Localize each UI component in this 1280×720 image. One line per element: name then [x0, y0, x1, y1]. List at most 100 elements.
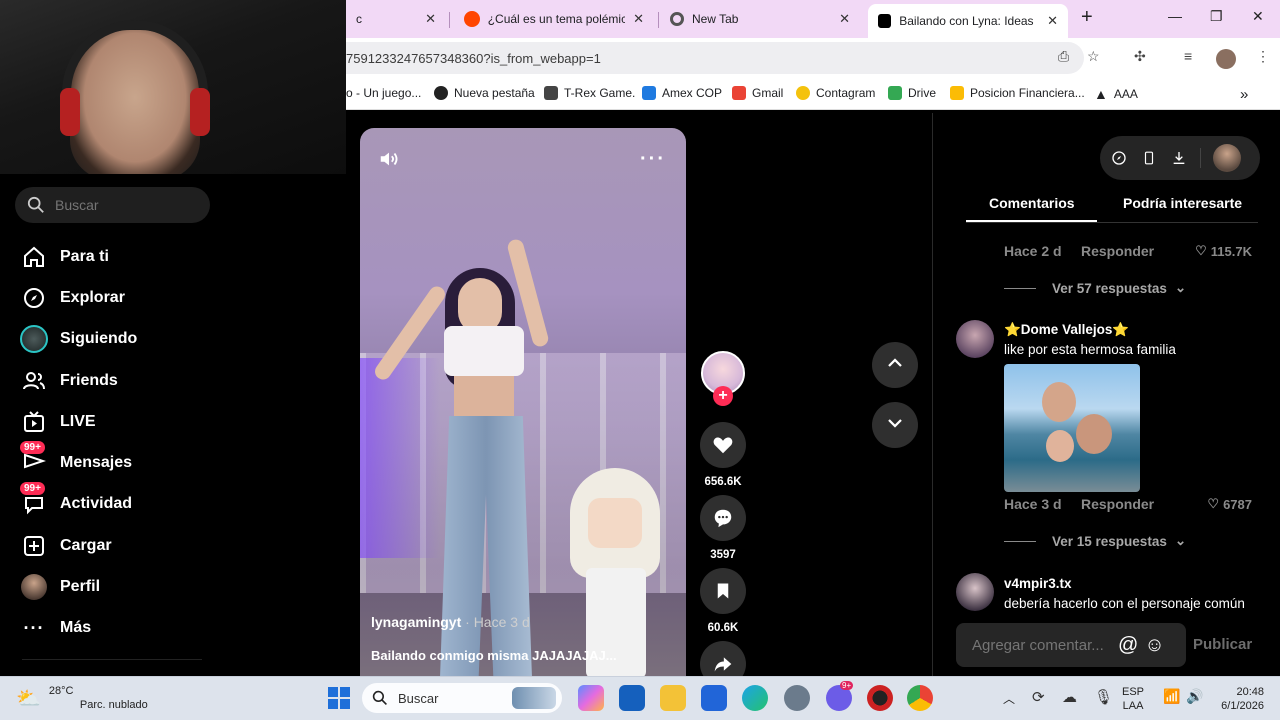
- comment-like[interactable]: ♡ 6787: [1207, 496, 1252, 512]
- edge-icon[interactable]: [742, 685, 768, 711]
- mention-icon[interactable]: @: [1118, 634, 1138, 657]
- tab-4-active[interactable]: Bailando con Lyna: Ideas ✕: [868, 4, 1068, 38]
- obs-icon[interactable]: [867, 685, 893, 711]
- store-icon[interactable]: [701, 685, 727, 711]
- file-explorer-icon[interactable]: [660, 685, 686, 711]
- bookmark-icon[interactable]: [700, 568, 746, 614]
- chrome-icon[interactable]: [907, 685, 933, 711]
- chrome-menu-icon[interactable]: ⋮: [1256, 48, 1270, 65]
- bookmark-item[interactable]: o - Un juego...: [346, 86, 421, 100]
- tiktok-main: ··· lynagamingyt · Hace 3 d Bailando con…: [346, 113, 1280, 687]
- reply-button[interactable]: Responder: [1081, 496, 1154, 512]
- microphone-icon[interactable]: 🎙: [1094, 688, 1113, 706]
- extensions-icon[interactable]: ✣: [1134, 48, 1146, 65]
- commenter-name[interactable]: ⭐Dome Vallejos⭐: [1004, 322, 1129, 338]
- chevron-up-icon[interactable]: ︿: [1003, 690, 1015, 707]
- chat-app-icon[interactable]: 9+: [826, 681, 854, 711]
- copilot-icon[interactable]: [578, 685, 604, 711]
- comment-input[interactable]: [972, 636, 1112, 654]
- comment-icon[interactable]: [700, 495, 746, 541]
- video-player[interactable]: ··· lynagamingyt · Hace 3 d Bailando con…: [360, 128, 686, 676]
- follow-button[interactable]: +: [713, 386, 733, 406]
- outlook-icon[interactable]: [619, 685, 645, 711]
- explore-compass-icon[interactable]: [1110, 149, 1128, 167]
- save-action[interactable]: 60.6K: [700, 568, 746, 634]
- new-tab-button[interactable]: +: [1081, 6, 1093, 29]
- tab-2[interactable]: ¿Cuál es un tema polémico s ✕: [454, 4, 654, 34]
- close-icon[interactable]: ✕: [839, 11, 850, 27]
- sidebar-item-explorar[interactable]: Explorar: [18, 277, 137, 318]
- tab-1[interactable]: c ✕: [346, 4, 446, 34]
- commenter-avatar[interactable]: [956, 573, 994, 611]
- sidebar-item-para-ti[interactable]: Para ti: [18, 236, 137, 277]
- view-replies-button[interactable]: Ver 57 respuestas ⌄: [1004, 280, 1186, 296]
- bookmark-star-icon[interactable]: ☆: [1087, 48, 1100, 65]
- bookmark-item[interactable]: Contagram: [796, 86, 875, 100]
- profile-avatar-icon[interactable]: [1216, 49, 1236, 69]
- settings-gear-icon[interactable]: [784, 685, 810, 711]
- omnibox[interactable]: 7591233247657348360?is_from_webapp=1: [346, 42, 1084, 74]
- sync-icon[interactable]: ⟳: [1032, 688, 1045, 706]
- reply-button[interactable]: Responder: [1081, 243, 1154, 259]
- bookmark-item[interactable]: Nueva pestaña: [434, 86, 535, 100]
- emoji-icon[interactable]: ☺: [1144, 634, 1164, 657]
- install-app-icon[interactable]: ⎙: [1058, 48, 1069, 65]
- bookmark-item[interactable]: Gmail: [732, 86, 783, 100]
- language-indicator[interactable]: ESP LAA: [1122, 685, 1144, 713]
- tab-3[interactable]: New Tab ✕: [660, 4, 860, 34]
- close-icon[interactable]: ✕: [425, 11, 436, 27]
- previous-video-button[interactable]: [872, 342, 918, 388]
- tab-comentarios[interactable]: Comentarios: [989, 195, 1075, 211]
- restore-button[interactable]: ❐: [1210, 8, 1223, 25]
- publish-button[interactable]: Publicar: [1193, 636, 1252, 653]
- comment-photo[interactable]: [1004, 364, 1140, 492]
- clock[interactable]: 20:48 6/1/2026: [1214, 685, 1264, 713]
- bookmark-item[interactable]: Amex COP: [642, 86, 722, 100]
- heart-outline-icon: ♡: [1195, 243, 1207, 258]
- windows-start-icon[interactable]: [328, 687, 350, 709]
- sidebar-item-perfil[interactable]: Perfil: [18, 566, 137, 607]
- media-icon[interactable]: ≡: [1184, 48, 1192, 64]
- minimize-button[interactable]: —: [1168, 8, 1182, 24]
- sidebar-item-mas[interactable]: ··· Más: [18, 608, 137, 649]
- comment-like[interactable]: ♡ 115.7K: [1195, 243, 1252, 259]
- taskbar-search[interactable]: Buscar: [362, 683, 562, 713]
- heart-icon[interactable]: [700, 422, 746, 468]
- like-action[interactable]: 656.6K: [700, 422, 746, 488]
- bookmark-item[interactable]: T-Rex Game.: [544, 86, 635, 100]
- download-icon[interactable]: [1170, 149, 1188, 167]
- sidebar-item-actividad[interactable]: 99+ Actividad: [18, 482, 137, 525]
- tab-podria-interesarte[interactable]: Podría interesarte: [1123, 195, 1242, 211]
- sidebar-item-live[interactable]: LIVE: [18, 401, 137, 442]
- sidebar-item-friends[interactable]: Friends: [18, 360, 137, 401]
- close-window-button[interactable]: ✕: [1252, 8, 1264, 25]
- cloud-icon[interactable]: ☁: [1062, 688, 1077, 706]
- more-bookmarks-icon[interactable]: »: [1240, 86, 1248, 103]
- search-box[interactable]: [15, 187, 210, 223]
- commenter-name[interactable]: v4mpir3.tx: [1004, 576, 1072, 591]
- more-options-icon[interactable]: ···: [640, 148, 666, 171]
- video-author[interactable]: lynagamingyt · Hace 3 d: [371, 614, 530, 630]
- bookmark-item[interactable]: Posicion Financiera...: [950, 86, 1085, 100]
- sidebar-item-cargar[interactable]: Cargar: [18, 525, 137, 566]
- bookmark-item[interactable]: Drive: [888, 86, 936, 100]
- phone-icon[interactable]: [1140, 149, 1158, 167]
- commenter-avatar[interactable]: [956, 320, 994, 358]
- user-avatar[interactable]: [1213, 144, 1241, 172]
- weather-widget[interactable]: ⛅ 28°C Parc. nublado: [16, 684, 148, 712]
- url-text: 7591233247657348360?is_from_webapp=1: [346, 50, 601, 66]
- view-replies-button[interactable]: Ver 15 respuestas ⌄: [1004, 533, 1186, 549]
- close-icon[interactable]: ✕: [633, 11, 644, 27]
- sidebar-item-siguiendo[interactable]: Siguiendo: [18, 319, 137, 360]
- close-icon[interactable]: ✕: [1047, 13, 1058, 29]
- search-input[interactable]: [55, 197, 195, 213]
- next-video-button[interactable]: [872, 402, 918, 448]
- volume-icon[interactable]: [378, 148, 400, 175]
- video-caption[interactable]: Bailando conmigo misma JAJAJAJAJ...: [371, 648, 617, 663]
- bookmark-item[interactable]: ▲ AAA: [1094, 86, 1138, 102]
- wifi-icon[interactable]: 📶: [1163, 688, 1180, 705]
- sidebar-item-mensajes[interactable]: 99+ Mensajes: [18, 441, 137, 483]
- comment-action[interactable]: 3597: [700, 495, 746, 561]
- volume-icon[interactable]: 🔊: [1186, 688, 1203, 705]
- comment-input-box[interactable]: @ ☺: [956, 623, 1186, 667]
